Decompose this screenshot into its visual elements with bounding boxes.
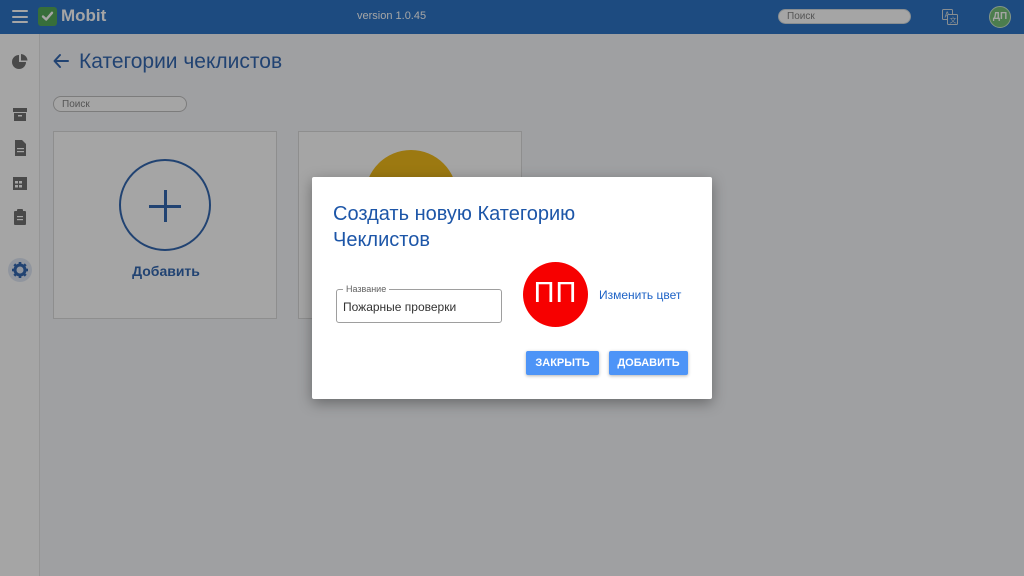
category-color-preview: ПП [523, 262, 588, 327]
dialog-title: Создать новую Категорию Чеклистов [333, 203, 576, 251]
name-field[interactable]: Название [336, 284, 502, 323]
name-input[interactable] [343, 300, 493, 314]
name-field-label: Название [343, 284, 390, 294]
close-button[interactable]: ЗАКРЫТЬ [526, 351, 599, 375]
add-button[interactable]: ДОБАВИТЬ [609, 351, 688, 375]
change-color-link[interactable]: Изменить цвет [599, 288, 681, 302]
create-category-dialog: Создать новую Категорию Чеклистов Назван… [312, 177, 712, 399]
